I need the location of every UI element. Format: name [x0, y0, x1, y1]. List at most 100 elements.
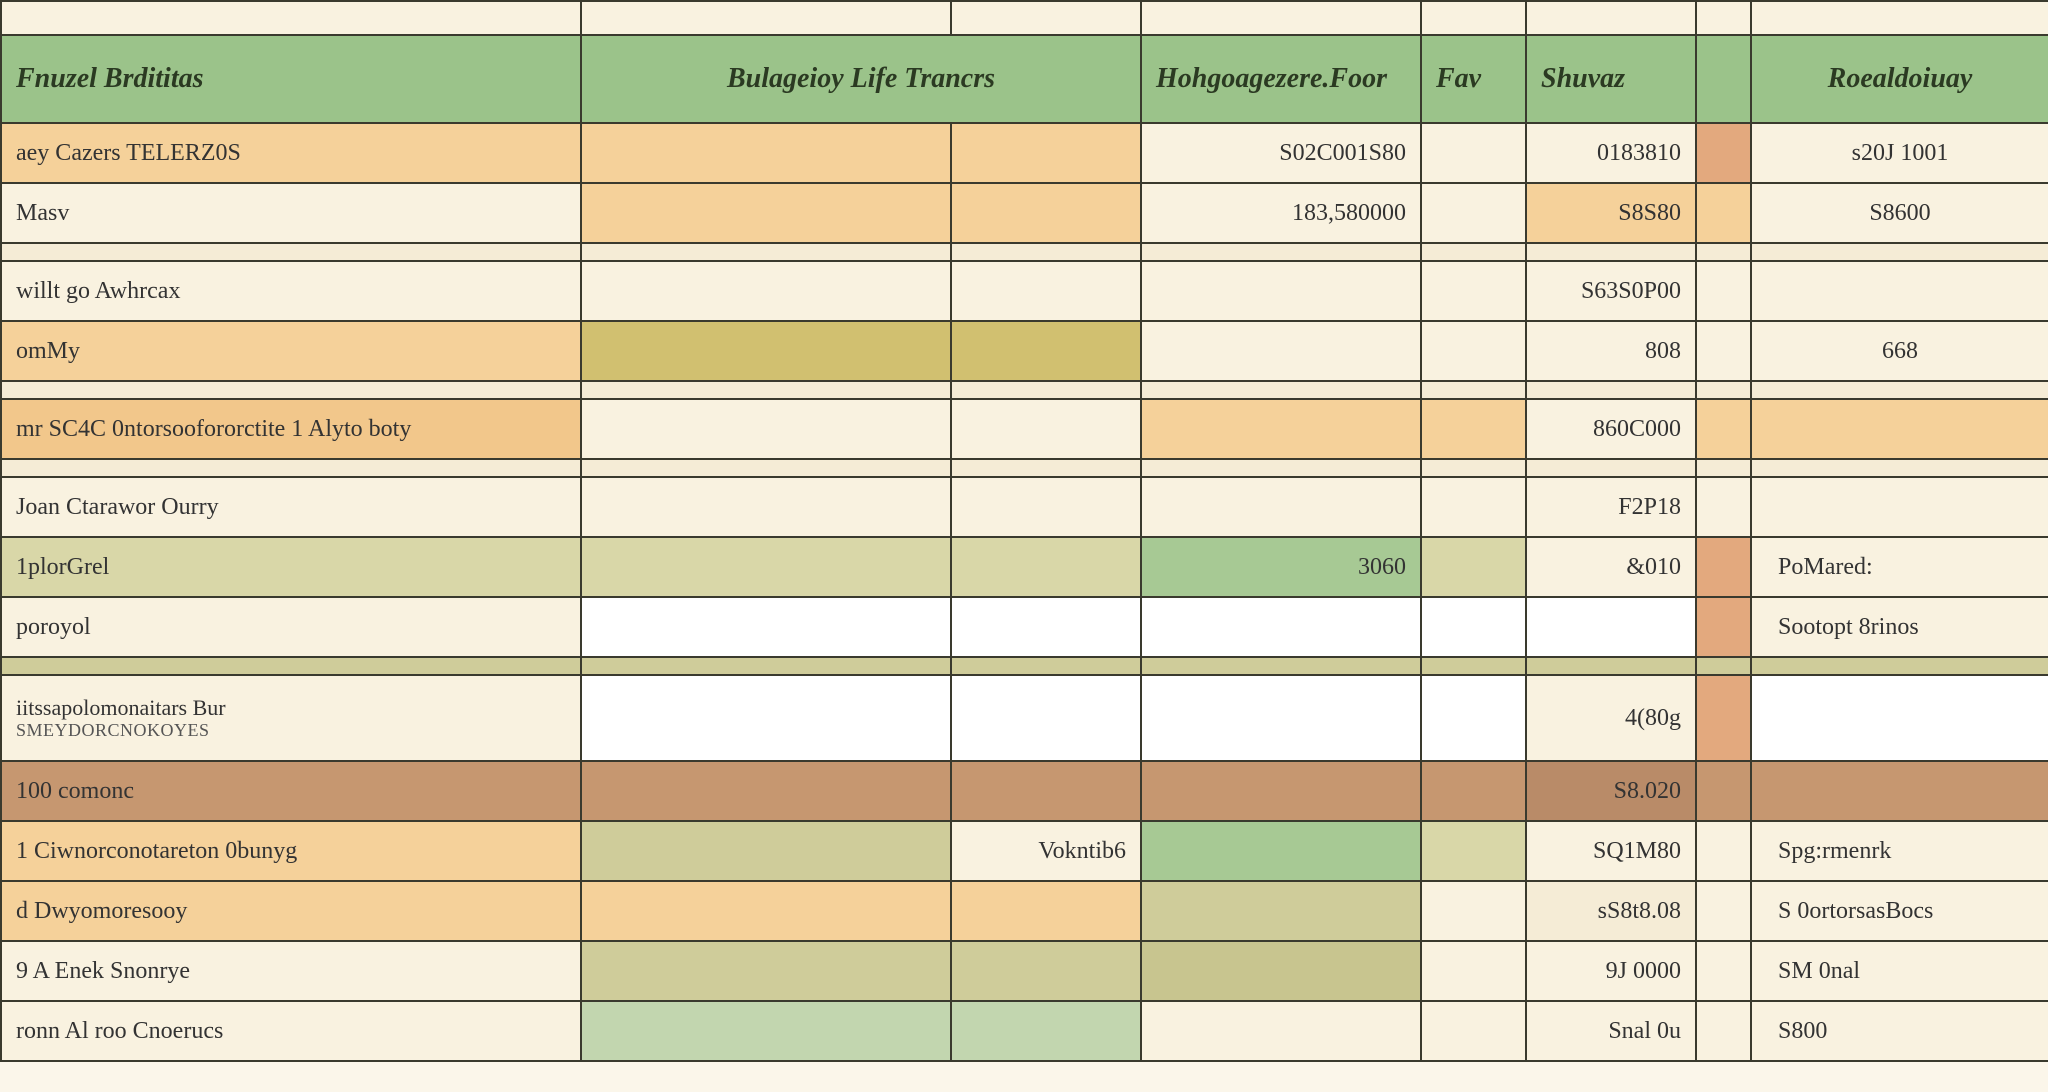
- cell-value[interactable]: S63S0P00: [1526, 261, 1696, 321]
- col-header-c4[interactable]: Fav: [1421, 35, 1526, 123]
- cell[interactable]: [951, 477, 1141, 537]
- cell-label[interactable]: 1 Ciwnorconotareton 0bunyg: [1, 821, 581, 881]
- cell-value[interactable]: F2P18: [1526, 477, 1696, 537]
- cell-label[interactable]: d Dwyomoresooy: [1, 881, 581, 941]
- cell[interactable]: [581, 399, 951, 459]
- cell[interactable]: [1696, 123, 1751, 183]
- cell[interactable]: [581, 537, 951, 597]
- col-header-c7[interactable]: Roealdoiuay: [1751, 35, 2048, 123]
- cell-value[interactable]: SM 0nal: [1751, 941, 2048, 1001]
- col-header-blank[interactable]: [1696, 35, 1751, 123]
- cell[interactable]: [951, 321, 1141, 381]
- cell[interactable]: [1696, 537, 1751, 597]
- cell[interactable]: [1421, 597, 1526, 657]
- cell-label[interactable]: 9 A Enek Snonrye: [1, 941, 581, 1001]
- cell[interactable]: [1696, 321, 1751, 381]
- cell[interactable]: [1696, 399, 1751, 459]
- col-header-budget[interactable]: Bulageioy Life Trancrs: [581, 35, 1141, 123]
- cell[interactable]: [581, 675, 951, 761]
- cell[interactable]: [1421, 123, 1526, 183]
- cell-label[interactable]: poroyol: [1, 597, 581, 657]
- cell[interactable]: [951, 261, 1141, 321]
- cell-value[interactable]: PoMared:: [1751, 537, 2048, 597]
- cell[interactable]: [1696, 1001, 1751, 1061]
- cell[interactable]: [1141, 477, 1421, 537]
- cell-value[interactable]: 808: [1526, 321, 1696, 381]
- cell[interactable]: [581, 821, 951, 881]
- cell[interactable]: [951, 399, 1141, 459]
- cell[interactable]: [1421, 537, 1526, 597]
- col-header-c3[interactable]: Hohgoagezere.Foor: [1141, 35, 1421, 123]
- cell-label[interactable]: iitssapolomonaitars Bur SMEYDORCNOKOYES: [1, 675, 581, 761]
- cell[interactable]: [951, 1001, 1141, 1061]
- cell[interactable]: [1696, 261, 1751, 321]
- cell-value[interactable]: 3060: [1141, 537, 1421, 597]
- cell-value[interactable]: SQ1M80: [1526, 821, 1696, 881]
- cell[interactable]: [581, 941, 951, 1001]
- cell[interactable]: [1696, 821, 1751, 881]
- cell[interactable]: [1696, 941, 1751, 1001]
- cell-value[interactable]: Snal 0u: [1526, 1001, 1696, 1061]
- cell[interactable]: [1141, 761, 1421, 821]
- cell-value[interactable]: 4(80g: [1526, 675, 1696, 761]
- cell[interactable]: [1421, 881, 1526, 941]
- cell[interactable]: [1696, 477, 1751, 537]
- cell-label[interactable]: Masv: [1, 183, 581, 243]
- cell-value[interactable]: 183,580000: [1141, 183, 1421, 243]
- cell[interactable]: [1421, 261, 1526, 321]
- cell[interactable]: [581, 261, 951, 321]
- cell-value[interactable]: S8S80: [1526, 183, 1696, 243]
- cell[interactable]: [581, 1001, 951, 1061]
- cell[interactable]: [1141, 597, 1421, 657]
- cell-label[interactable]: 1plorGrel: [1, 537, 581, 597]
- cell[interactable]: [581, 321, 951, 381]
- cell[interactable]: [951, 537, 1141, 597]
- cell[interactable]: [1526, 597, 1696, 657]
- cell-label[interactable]: mr SC4C 0ntorsoofororctite 1 Alyto boty: [1, 399, 581, 459]
- cell[interactable]: [1751, 399, 2048, 459]
- cell[interactable]: [581, 881, 951, 941]
- cell[interactable]: [951, 597, 1141, 657]
- cell[interactable]: [1141, 941, 1421, 1001]
- cell-value[interactable]: S8.020: [1526, 761, 1696, 821]
- cell-value[interactable]: S02C001S80: [1141, 123, 1421, 183]
- cell[interactable]: [1421, 821, 1526, 881]
- cell[interactable]: [1421, 321, 1526, 381]
- cell[interactable]: [1696, 597, 1751, 657]
- cell[interactable]: [951, 675, 1141, 761]
- cell[interactable]: [1421, 477, 1526, 537]
- cell-label[interactable]: omMy: [1, 321, 581, 381]
- cell-label[interactable]: willt go Awhrcax: [1, 261, 581, 321]
- cell[interactable]: [581, 761, 951, 821]
- cell-label[interactable]: Joan Ctarawor Ourry: [1, 477, 581, 537]
- cell[interactable]: [1141, 399, 1421, 459]
- cell[interactable]: [951, 123, 1141, 183]
- cell-value[interactable]: Sootopt 8rinos: [1751, 597, 2048, 657]
- cell[interactable]: [1421, 183, 1526, 243]
- cell[interactable]: [951, 881, 1141, 941]
- cell-value[interactable]: sS8t8.08: [1526, 881, 1696, 941]
- cell-label[interactable]: ronn Al roo Cnoerucs: [1, 1001, 581, 1061]
- cell[interactable]: [951, 941, 1141, 1001]
- cell[interactable]: [581, 183, 951, 243]
- cell[interactable]: [1421, 761, 1526, 821]
- cell[interactable]: [1141, 261, 1421, 321]
- cell[interactable]: [1141, 1001, 1421, 1061]
- cell-value[interactable]: Vokntib6: [951, 821, 1141, 881]
- cell[interactable]: [1751, 761, 2048, 821]
- cell[interactable]: [951, 183, 1141, 243]
- cell-value[interactable]: S 0ortorsasBocs: [1751, 881, 2048, 941]
- cell[interactable]: [581, 477, 951, 537]
- cell-value[interactable]: S800: [1751, 1001, 2048, 1061]
- cell[interactable]: [581, 597, 951, 657]
- cell[interactable]: [1141, 881, 1421, 941]
- cell[interactable]: [1696, 881, 1751, 941]
- cell[interactable]: [951, 761, 1141, 821]
- cell-label[interactable]: 100 comonc: [1, 761, 581, 821]
- cell[interactable]: [581, 123, 951, 183]
- cell-value[interactable]: 0183810: [1526, 123, 1696, 183]
- col-header-label[interactable]: Fnuzel Brdititas: [1, 35, 581, 123]
- cell[interactable]: [1751, 261, 2048, 321]
- cell-label[interactable]: aey Cazers TELERZ0S: [1, 123, 581, 183]
- cell[interactable]: [1751, 477, 2048, 537]
